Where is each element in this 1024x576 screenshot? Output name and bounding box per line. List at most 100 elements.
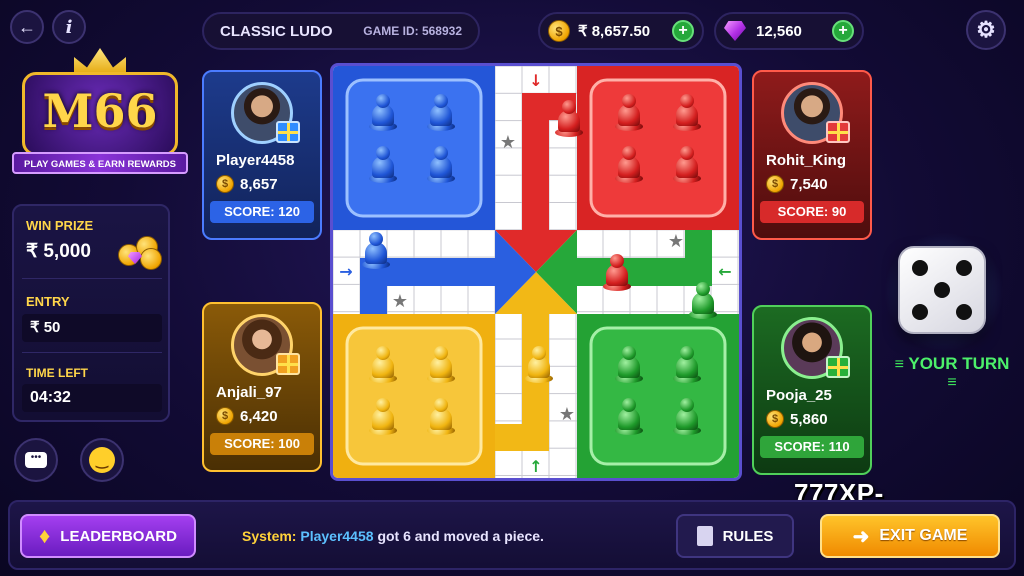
chat-button[interactable]: •••	[14, 438, 58, 482]
gift-icon[interactable]	[826, 356, 850, 378]
svg-text:↑: ↑	[529, 457, 542, 476]
player-name: Anjali_97	[216, 384, 282, 401]
pawn-green[interactable]	[673, 346, 701, 384]
player-card-blue[interactable]: Player4458 $8,657 SCORE: 120	[202, 70, 322, 240]
avatar	[781, 82, 850, 144]
gem-icon	[724, 21, 746, 41]
game-title-bar: CLASSIC LUDO GAME ID: 568932	[202, 12, 480, 50]
exit-game-button[interactable]: ➜ EXIT GAME	[820, 514, 1000, 558]
pawn-red[interactable]	[673, 146, 701, 184]
rules-document-icon	[696, 526, 713, 546]
player-coins-value: 8,657	[240, 175, 278, 193]
info-button[interactable]: i	[52, 10, 86, 44]
game-id: GAME ID: 568932	[363, 24, 462, 38]
rules-label: RULES	[722, 527, 774, 545]
gift-icon[interactable]	[276, 121, 300, 143]
pawn-blue[interactable]	[369, 94, 397, 132]
game-title: CLASSIC LUDO	[220, 22, 333, 40]
pawn-red[interactable]	[603, 254, 631, 292]
player-card-yellow[interactable]: Anjali_97 $6,420 SCORE: 100	[202, 302, 322, 472]
win-prize-label: WIN PRIZE	[26, 218, 94, 233]
pawn-red[interactable]	[555, 100, 583, 138]
pawn-green[interactable]	[615, 346, 643, 384]
leaderboard-button[interactable]: ♦ LEADERBOARD	[20, 514, 196, 558]
brand-logo-text: M66	[42, 84, 158, 138]
trophy-icon: ♦	[39, 523, 51, 548]
back-arrow-icon: ←	[18, 16, 36, 37]
player-score: SCORE: 100	[210, 433, 314, 455]
dice-pip	[912, 260, 928, 276]
entry-value: ₹ 50	[30, 319, 61, 336]
your-turn-label: YOUR TURN	[908, 354, 1010, 373]
dice-pip	[956, 260, 972, 276]
player-coins-value: 7,540	[790, 175, 828, 193]
player-card-green[interactable]: Pooja_25 $5,860 SCORE: 110	[752, 305, 872, 475]
pawn-green[interactable]	[615, 398, 643, 436]
player-coins-value: 5,860	[790, 410, 828, 428]
pawn-red[interactable]	[615, 146, 643, 184]
entry-label: ENTRY	[26, 294, 70, 309]
avatar	[231, 314, 300, 376]
svg-text:★: ★	[392, 291, 408, 312]
back-button[interactable]: ←	[10, 10, 44, 44]
pawn-red[interactable]	[673, 94, 701, 132]
gem-balance-value: 12,560	[756, 22, 802, 40]
pawn-green[interactable]	[673, 398, 701, 436]
leaderboard-label: LEADERBOARD	[60, 527, 177, 545]
emoji-button[interactable]: ‿	[80, 438, 124, 482]
coin-icon: $	[548, 20, 570, 42]
win-prize-value: ₹ 5,000	[26, 241, 91, 262]
match-info-panel: WIN PRIZE ₹ 5,000 ENTRY ₹ 50 TIME LEFT 0…	[12, 204, 170, 422]
pawn-yellow[interactable]	[427, 398, 455, 436]
pawn-blue[interactable]	[369, 146, 397, 184]
coin-balance-value: ₹ 8,657.50	[578, 23, 651, 40]
pawn-yellow[interactable]	[427, 346, 455, 384]
gem-balance: 12,560 +	[714, 12, 864, 50]
settings-button[interactable]: ⚙	[966, 10, 1006, 50]
player-score: SCORE: 110	[760, 436, 864, 458]
pawn-blue[interactable]	[427, 146, 455, 184]
rules-button[interactable]: RULES	[676, 514, 794, 558]
add-gems-button[interactable]: +	[832, 20, 854, 42]
gear-icon: ⚙	[976, 17, 996, 42]
pawn-red[interactable]	[615, 94, 643, 132]
player-name: Rohit_King	[766, 152, 846, 169]
chat-bubble-icon: •••	[25, 452, 47, 468]
coin-icon: $	[766, 175, 784, 193]
pawn-blue[interactable]	[362, 232, 390, 270]
coin-icon: $	[766, 410, 784, 428]
pawn-yellow[interactable]	[369, 346, 397, 384]
gift-icon[interactable]	[826, 121, 850, 143]
pawn-yellow[interactable]	[369, 398, 397, 436]
player-score: SCORE: 90	[760, 201, 864, 223]
coin-icon: $	[216, 175, 234, 193]
player-coins: $7,540	[754, 175, 870, 193]
player-coins: $6,420	[204, 407, 320, 425]
smiley-icon: ‿	[89, 447, 115, 473]
coin-stack-icon	[114, 230, 164, 270]
gift-icon[interactable]	[276, 353, 300, 375]
system-player: Player4458	[300, 528, 374, 544]
dice-face	[912, 260, 972, 320]
system-message: System: Player4458 got 6 and moved a pie…	[242, 528, 544, 544]
pawn-yellow[interactable]	[525, 346, 553, 384]
ludo-board[interactable]: ★ ★ ★ ★ ↓ → ← ↑	[330, 63, 742, 481]
svg-text:↓: ↓	[529, 71, 542, 90]
player-coins-value: 6,420	[240, 407, 278, 425]
dice-pip	[934, 282, 950, 298]
dice-pip	[912, 304, 928, 320]
player-score: SCORE: 120	[210, 201, 314, 223]
pawn-green[interactable]	[689, 282, 717, 320]
player-card-red[interactable]: Rohit_King $7,540 SCORE: 90	[752, 70, 872, 240]
add-coins-button[interactable]: +	[672, 20, 694, 42]
coin-icon: $	[216, 407, 234, 425]
player-coins: $8,657	[204, 175, 320, 193]
turn-indicator: ≡ YOUR TURN ≡	[894, 354, 1010, 391]
player-coins: $5,860	[754, 410, 870, 428]
coin-balance: $ ₹ 8,657.50 +	[538, 12, 704, 50]
avatar	[231, 82, 300, 144]
svg-text:★: ★	[668, 231, 684, 252]
pawn-blue[interactable]	[427, 94, 455, 132]
dice[interactable]	[898, 246, 986, 334]
dice-pip	[956, 304, 972, 320]
